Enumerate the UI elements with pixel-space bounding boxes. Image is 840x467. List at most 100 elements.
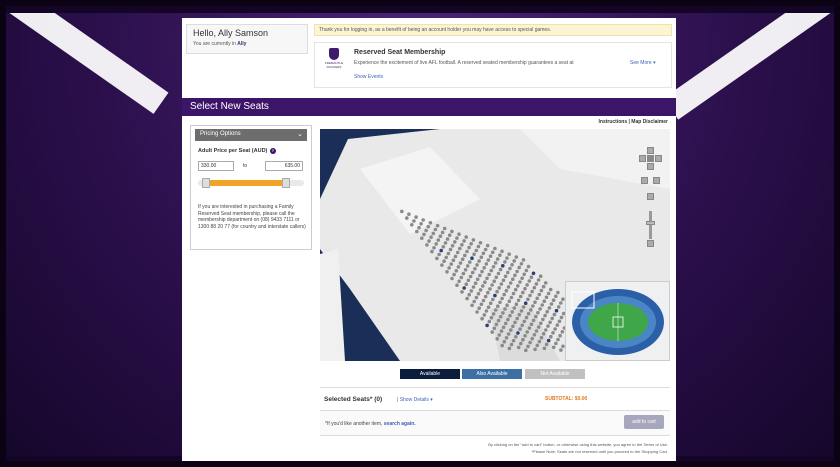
seat[interactable] xyxy=(495,257,500,261)
seat[interactable] xyxy=(491,297,495,302)
seat[interactable] xyxy=(483,247,488,252)
seat[interactable] xyxy=(485,323,489,328)
seat[interactable] xyxy=(542,299,547,303)
seat[interactable] xyxy=(536,325,541,329)
seat[interactable] xyxy=(498,267,503,272)
instructions-links[interactable]: Instructions | Map Disclaimer xyxy=(599,119,668,125)
seat[interactable] xyxy=(518,294,523,299)
seat[interactable] xyxy=(534,282,539,286)
seat[interactable] xyxy=(508,313,512,318)
seat[interactable] xyxy=(540,303,544,307)
seat[interactable] xyxy=(440,230,445,235)
seat[interactable] xyxy=(489,315,494,320)
seat[interactable] xyxy=(435,256,439,261)
seat[interactable] xyxy=(508,281,513,285)
seat[interactable] xyxy=(506,332,511,336)
seat[interactable] xyxy=(557,319,562,324)
seat[interactable] xyxy=(513,287,518,292)
seat[interactable] xyxy=(518,280,522,284)
seat[interactable] xyxy=(550,316,554,321)
seat[interactable] xyxy=(405,216,409,220)
seat[interactable] xyxy=(524,315,529,320)
seat[interactable] xyxy=(543,313,547,318)
seat[interactable] xyxy=(448,247,453,252)
seat[interactable] xyxy=(505,303,509,307)
seat[interactable] xyxy=(487,272,491,277)
seat[interactable] xyxy=(532,285,537,290)
seat[interactable] xyxy=(474,248,479,253)
seat[interactable] xyxy=(539,321,543,326)
pan-left-icon[interactable] xyxy=(639,155,646,162)
seat[interactable] xyxy=(466,278,471,283)
rotate-left-icon[interactable] xyxy=(641,177,648,184)
seat[interactable] xyxy=(483,294,488,299)
seat[interactable] xyxy=(465,296,469,301)
seat[interactable] xyxy=(463,253,467,258)
seat[interactable] xyxy=(533,347,537,352)
seat[interactable] xyxy=(436,238,441,242)
zoom-in-icon[interactable] xyxy=(647,193,654,200)
seat[interactable] xyxy=(556,337,560,342)
seat[interactable] xyxy=(492,326,497,331)
seat[interactable] xyxy=(488,254,493,258)
seat[interactable] xyxy=(485,276,489,281)
seat[interactable] xyxy=(558,333,562,338)
seat[interactable] xyxy=(450,229,454,234)
seat[interactable] xyxy=(496,304,500,308)
seat[interactable] xyxy=(439,248,443,253)
seat[interactable] xyxy=(499,329,504,333)
seat[interactable] xyxy=(417,225,421,230)
seat[interactable] xyxy=(460,290,464,294)
pan-up-icon[interactable] xyxy=(647,147,654,154)
seat[interactable] xyxy=(511,324,515,329)
seat[interactable] xyxy=(494,322,499,327)
seat[interactable] xyxy=(470,256,474,260)
seat[interactable] xyxy=(455,250,460,255)
seat[interactable] xyxy=(453,254,458,259)
seat[interactable] xyxy=(508,266,512,271)
seat[interactable] xyxy=(498,300,502,305)
min-price-input[interactable]: 330.00 xyxy=(198,161,234,171)
seat[interactable] xyxy=(435,223,440,228)
seat[interactable] xyxy=(534,314,538,319)
seat[interactable] xyxy=(467,245,471,250)
seat[interactable] xyxy=(516,298,521,303)
seat[interactable] xyxy=(507,252,511,256)
seat[interactable] xyxy=(529,322,534,327)
seat[interactable] xyxy=(504,336,509,340)
seat[interactable] xyxy=(476,291,481,296)
seat[interactable] xyxy=(440,263,444,267)
seat[interactable] xyxy=(477,306,481,310)
seat[interactable] xyxy=(442,259,446,263)
seat[interactable] xyxy=(510,310,514,314)
seat[interactable] xyxy=(507,346,512,351)
seat[interactable] xyxy=(541,332,546,336)
seat[interactable] xyxy=(505,256,509,260)
seat[interactable] xyxy=(498,314,503,319)
seat[interactable] xyxy=(548,320,552,325)
seat[interactable] xyxy=(478,273,482,278)
seat[interactable] xyxy=(502,292,506,297)
seat[interactable] xyxy=(517,265,521,270)
stadium-overview-map[interactable] xyxy=(565,281,670,361)
seat[interactable] xyxy=(556,290,560,295)
seat[interactable] xyxy=(437,252,441,257)
seat[interactable] xyxy=(427,239,431,243)
seat[interactable] xyxy=(519,262,524,266)
seat[interactable] xyxy=(513,320,517,325)
seat[interactable] xyxy=(458,246,462,251)
seat[interactable] xyxy=(528,293,532,298)
seat[interactable] xyxy=(454,269,459,273)
seat[interactable] xyxy=(465,249,469,254)
show-events-link[interactable]: Show Events xyxy=(354,74,383,80)
seat[interactable] xyxy=(504,288,509,293)
seat[interactable] xyxy=(527,279,532,283)
seat[interactable] xyxy=(471,285,476,289)
seat[interactable] xyxy=(494,275,499,280)
seat[interactable] xyxy=(522,319,527,324)
seat[interactable] xyxy=(500,343,504,348)
slider-min-handle[interactable] xyxy=(202,178,210,188)
seat[interactable] xyxy=(516,345,521,350)
seat[interactable] xyxy=(509,342,514,347)
seat[interactable] xyxy=(531,271,536,276)
